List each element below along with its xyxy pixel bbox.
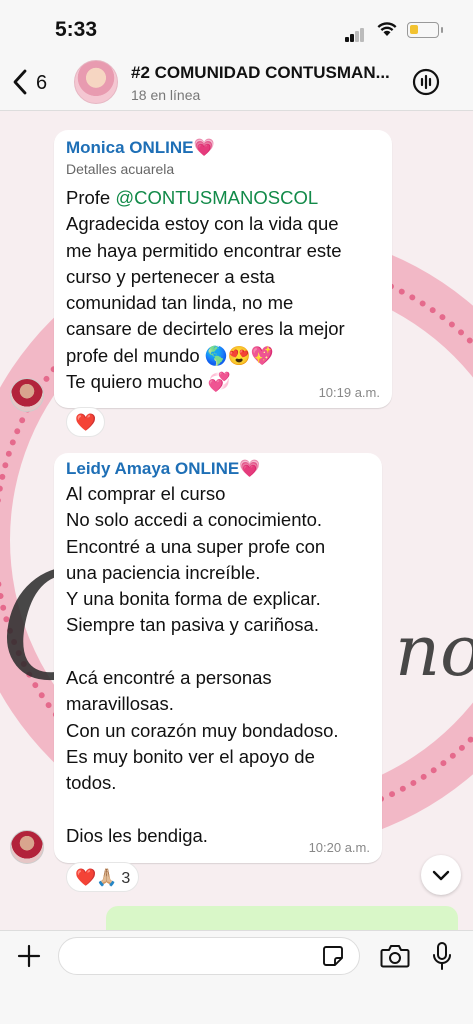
message-bubble[interactable]: Leidy Amaya ONLINE💗 Al comprar el curso … [54,453,382,863]
reaction-badge[interactable]: ❤️🙏🏼 3 [66,862,140,892]
sender-name[interactable]: Monica ONLINE💗 [66,138,380,158]
plus-icon[interactable] [16,943,42,969]
chevron-down-icon [432,870,450,881]
sender-avatar[interactable] [10,378,44,412]
back-chevron-icon[interactable] [8,67,32,97]
camera-icon[interactable] [380,943,410,969]
online-count: 18 en línea [131,87,201,103]
message-text: Profe @CONTUSMANOSCOL Agradecida estoy c… [66,187,345,393]
scroll-down-button[interactable] [421,855,461,895]
message-input[interactable] [58,937,360,975]
message-input-bar [0,930,473,1024]
reply-context: Detalles acuarela [66,161,175,177]
reaction-badge[interactable]: ❤️ [66,407,106,437]
sticker-icon[interactable] [322,945,344,967]
battery-cap [441,27,443,33]
wifi-icon [377,22,397,36]
status-time: 5:33 [55,18,98,41]
reaction-count: 3 [121,870,131,887]
sender-name[interactable]: Leidy Amaya ONLINE💗 [66,459,370,479]
message-text: Al comprar el curso No solo accedi a con… [66,483,339,846]
status-bar: 5:33 [0,0,473,55]
group-title[interactable]: #2 COMUNIDAD CONTUSMAN... [131,63,390,83]
group-avatar[interactable] [74,60,118,104]
wallpaper-logo-suffix: nos [395,610,473,692]
message-time: 10:19 a.m. [318,385,380,400]
audio-chat-icon[interactable] [412,68,440,96]
signal-icon [345,24,365,42]
message-time: 10:20 a.m. [308,840,370,855]
battery-icon [407,22,439,38]
chat-header: 6 #2 COMUNIDAD CONTUSMAN... 18 en línea [0,55,473,111]
mention-link[interactable]: @CONTUSMANOSCOL [115,187,318,208]
message-bubble[interactable]: Monica ONLINE💗 Detalles acuarela Profe @… [54,130,392,408]
back-unread-count[interactable]: 6 [36,72,47,95]
sender-avatar[interactable] [10,830,44,864]
microphone-icon[interactable] [432,941,452,971]
